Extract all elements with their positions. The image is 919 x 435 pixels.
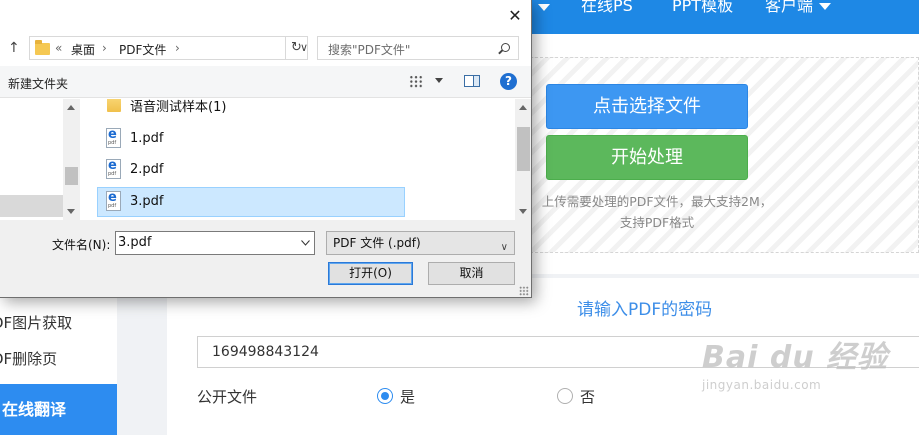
open-button[interactable]: 打开(O): [328, 262, 413, 285]
refresh-icon[interactable]: ↻: [286, 36, 308, 60]
public-yes-label[interactable]: 是: [400, 386, 415, 407]
file-item-pdf[interactable]: e pdf 1.pdf: [97, 124, 405, 154]
scroll-down-icon[interactable]: [519, 209, 527, 214]
help-icon[interactable]: ?: [500, 73, 517, 90]
dialog-toolbar: 新建文件夹 ?: [0, 66, 531, 98]
nav-item-online-ps[interactable]: 在线PS: [581, 0, 633, 34]
start-process-button[interactable]: 开始处理: [546, 135, 748, 180]
file-list-scrollbar[interactable]: [515, 99, 531, 220]
nav-pane-scrollbar[interactable]: [63, 99, 80, 220]
select-file-button[interactable]: 点击选择文件: [546, 84, 748, 129]
file-open-dialog: ✕ ↑ « 桌面 › PDF文件 › ∨ ↻ 搜索"PDF文件" 新建文件夹 ?…: [0, 0, 532, 298]
scroll-up-icon[interactable]: [67, 105, 75, 110]
caret-down-icon: [538, 4, 550, 11]
password-title: 请输入PDF的密码: [577, 300, 713, 320]
up-arrow-icon[interactable]: ↑: [8, 40, 20, 56]
pdf-file-icon: e pdf: [106, 158, 121, 179]
new-folder-button[interactable]: 新建文件夹: [8, 75, 68, 92]
close-icon[interactable]: ✕: [504, 5, 526, 27]
breadcrumb-separator[interactable]: ›: [175, 41, 180, 55]
breadcrumb-chevrons[interactable]: «: [55, 41, 62, 55]
filetype-select[interactable]: PDF 文件 (.pdf) ∨: [326, 231, 515, 255]
scrollbar-thumb[interactable]: [65, 167, 78, 185]
navigation-selected-item[interactable]: [0, 195, 63, 217]
filename-input[interactable]: 3.pdf: [115, 231, 315, 255]
baidu-watermark: Bai du 经验 jingyan.baidu.com: [702, 340, 889, 392]
breadcrumb-separator: ›: [102, 41, 107, 55]
file-item-folder[interactable]: 语音测试样本(1): [97, 99, 405, 127]
public-yes-radio[interactable]: [377, 388, 393, 404]
public-file-label: 公开文件: [197, 388, 258, 406]
file-item-pdf-selected[interactable]: e pdf 3.pdf: [97, 187, 405, 217]
search-icon: [501, 43, 510, 52]
address-bar[interactable]: « 桌面 › PDF文件 › ∨: [29, 36, 308, 60]
chevron-down-icon[interactable]: ∨: [501, 237, 508, 259]
upload-hint: 上传需要处理的PDF文件，最大支持2M， 支持PDF格式: [541, 194, 773, 230]
caret-down-icon[interactable]: [435, 78, 443, 83]
view-grid-icon[interactable]: [409, 75, 423, 88]
pdf-file-icon: e pdf: [106, 190, 121, 211]
scroll-down-icon[interactable]: [67, 209, 75, 214]
sidebar-item-pdf-image-extract[interactable]: DF图片获取: [0, 310, 117, 336]
nav-dropdown-caret[interactable]: [538, 0, 550, 34]
preview-pane-icon[interactable]: [464, 75, 480, 87]
breadcrumb-desktop[interactable]: 桌面: [71, 41, 95, 58]
cancel-button[interactable]: 取消: [428, 262, 515, 285]
scrollbar-thumb[interactable]: [517, 127, 530, 171]
breadcrumb-pdf-folder[interactable]: PDF文件: [119, 41, 166, 58]
sidebar-item-online-translate[interactable]: 在线翻译: [0, 384, 117, 435]
pdf-file-icon: e pdf: [106, 127, 121, 148]
scroll-up-icon[interactable]: [519, 105, 527, 110]
caret-down-icon: [819, 3, 832, 10]
search-input[interactable]: 搜索"PDF文件": [317, 36, 519, 60]
search-placeholder: 搜索"PDF文件": [328, 43, 411, 57]
folder-icon: [35, 40, 50, 55]
nav-item-client[interactable]: 客户端: [765, 0, 832, 34]
chevron-down-icon[interactable]: [301, 240, 310, 246]
filename-label: 文件名(N):: [52, 238, 111, 252]
folder-icon: [107, 99, 121, 112]
public-no-label[interactable]: 否: [580, 386, 595, 407]
nav-item-ppt-template[interactable]: PPT模板: [672, 0, 733, 34]
file-list: 语音测试样本(1) e pdf 1.pdf e pdf 2.pdf e pdf 3.p…: [80, 99, 516, 220]
file-item-pdf[interactable]: e pdf 2.pdf: [97, 155, 405, 185]
resize-grip-icon[interactable]: [519, 286, 529, 296]
sidebar-item-pdf-delete-page[interactable]: DF删除页: [0, 346, 117, 372]
public-no-radio[interactable]: [557, 388, 573, 404]
